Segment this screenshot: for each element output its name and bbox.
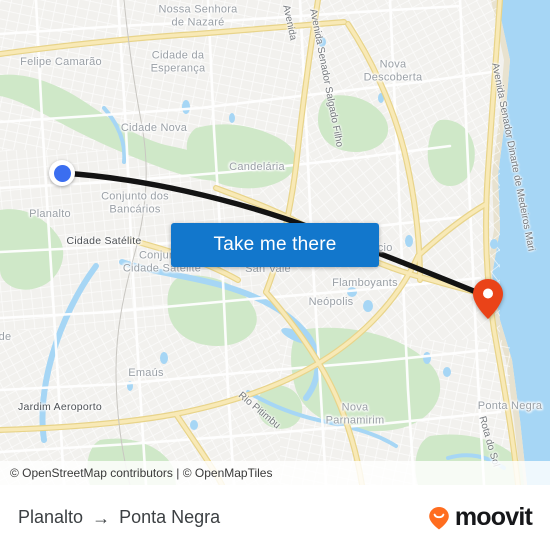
take-me-there-button[interactable]: Take me there (171, 223, 379, 267)
origin-marker-dot (53, 164, 71, 182)
moovit-pin-icon (429, 506, 449, 529)
origin-marker[interactable] (49, 160, 75, 186)
footer-bar: Planalto → Ponta Negra moovit (0, 485, 550, 550)
map-attribution-bar: © OpenStreetMap contributors | © OpenMap… (0, 461, 550, 485)
route-summary: Planalto → Ponta Negra (18, 507, 220, 528)
map-canvas[interactable]: Nossa Senhora de Nazaré Cidade da Esperan… (0, 0, 550, 485)
route-destination-label: Ponta Negra (119, 507, 221, 527)
moovit-wordmark: moovit (454, 503, 533, 531)
map-pin-icon (473, 279, 503, 319)
destination-marker[interactable] (473, 279, 503, 319)
attribution-text[interactable]: © OpenStreetMap contributors | © OpenMap… (0, 466, 272, 480)
moovit-logo[interactable]: moovit (426, 503, 533, 531)
route-origin-label: Planalto (18, 507, 84, 527)
moovit-route-map-screen: Nossa Senhora de Nazaré Cidade da Esperan… (0, 0, 550, 550)
arrow-right-icon: → (92, 507, 111, 528)
